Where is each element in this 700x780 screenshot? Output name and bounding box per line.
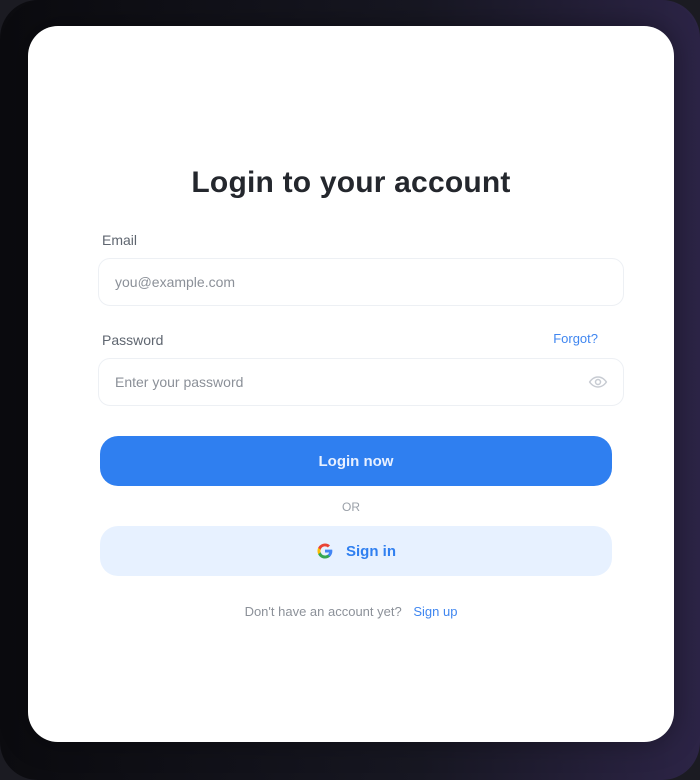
google-signin-button[interactable]: Sign in <box>100 526 612 576</box>
login-button[interactable]: Login now <box>100 436 612 486</box>
password-input[interactable] <box>99 359 623 405</box>
google-signin-label: Sign in <box>346 542 396 560</box>
google-icon <box>316 542 334 560</box>
password-label: Password <box>102 332 164 348</box>
page-title: Login to your account <box>191 166 511 199</box>
signup-prompt: Don't have an account yet? Sign up <box>28 604 674 619</box>
signup-prompt-text: Don't have an account yet? <box>244 604 402 619</box>
email-label: Email <box>102 232 138 248</box>
forgot-password-link[interactable]: Forgot? <box>553 331 598 346</box>
password-field-wrapper <box>98 358 624 406</box>
signup-link[interactable]: Sign up <box>413 604 457 619</box>
email-field-wrapper <box>98 258 624 306</box>
login-card: Login to your account Email Password For… <box>28 26 674 742</box>
device-frame: Login to your account Email Password For… <box>0 0 700 780</box>
eye-icon[interactable] <box>588 372 608 392</box>
email-input[interactable] <box>99 259 623 305</box>
or-divider: OR <box>342 500 360 514</box>
